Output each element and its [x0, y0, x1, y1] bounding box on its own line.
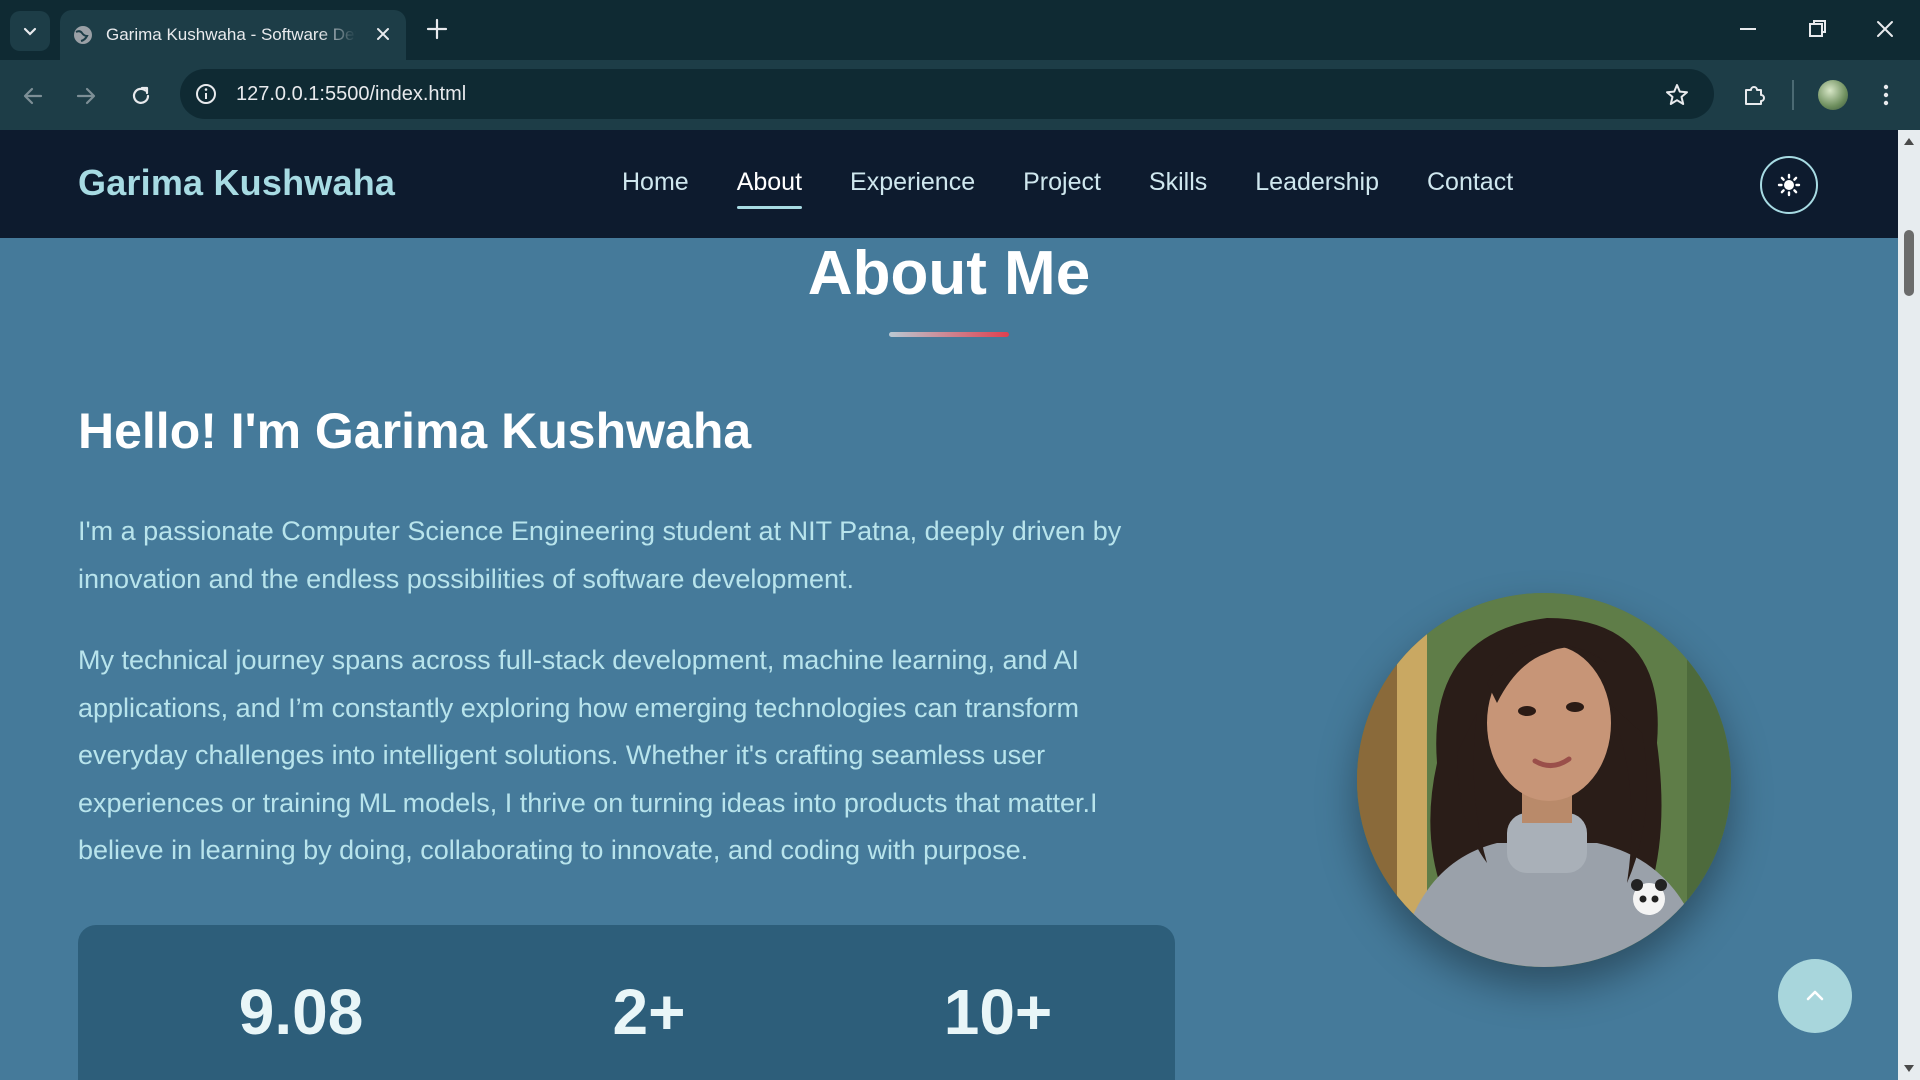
tab-search-icon[interactable]: [10, 11, 50, 51]
site-navbar: Garima Kushwaha Home About Experience Pr…: [0, 130, 1898, 238]
star-icon[interactable]: [1664, 82, 1690, 108]
page-scrollbar[interactable]: [1898, 130, 1920, 1080]
stat-projects: 10+: [943, 976, 1053, 1048]
about-paragraph-1: I'm a passionate Computer Science Engine…: [78, 516, 1122, 594]
tab-title: Garima Kushwaha - Software Developer: [106, 25, 356, 44]
stat-cgpa: 9.08: [238, 976, 364, 1048]
menu-icon[interactable]: [1876, 82, 1896, 108]
page-viewport: Garima Kushwaha Home About Experience Pr…: [0, 130, 1898, 1080]
close-icon[interactable]: [374, 25, 392, 43]
scrollbar-thumb[interactable]: [1904, 230, 1914, 296]
profile-photo: [1357, 593, 1731, 967]
extensions-icon[interactable]: [1741, 82, 1767, 108]
scroll-to-top-button[interactable]: [1778, 959, 1852, 1033]
profile-avatar[interactable]: [1818, 80, 1848, 110]
forward-icon[interactable]: [73, 83, 99, 109]
site-info-icon[interactable]: [194, 82, 218, 106]
scroll-down-arrow-icon[interactable]: [1903, 1064, 1915, 1074]
scroll-up-arrow-icon[interactable]: [1903, 136, 1915, 146]
minimize-icon[interactable]: [1737, 16, 1759, 42]
browser-toolbar: 127.0.0.1:5500/index.html: [0, 60, 1920, 130]
nav-skills[interactable]: Skills: [1149, 168, 1207, 205]
about-paragraph-2: My technical journey spans across full-s…: [78, 645, 1098, 865]
nav-experience[interactable]: Experience: [850, 168, 975, 205]
restore-icon[interactable]: [1806, 16, 1828, 42]
back-icon[interactable]: [20, 83, 46, 109]
window-close-icon[interactable]: [1874, 16, 1896, 42]
about-heading: Hello! I'm Garima Kushwaha: [78, 403, 752, 459]
title-underline: [889, 332, 1009, 337]
globe-icon: [74, 26, 92, 44]
stats-card: 9.08 2+ 10+: [78, 925, 1175, 1080]
chevron-up-icon: [1806, 990, 1824, 1001]
nav-home[interactable]: Home: [622, 168, 689, 205]
browser-tab[interactable]: Garima Kushwaha - Software Developer: [60, 10, 406, 60]
plus-icon[interactable]: [424, 16, 450, 42]
sun-icon: [1777, 173, 1801, 197]
stat-experience: 2+: [612, 976, 686, 1048]
toolbar-divider: [1792, 80, 1794, 110]
reload-icon[interactable]: [128, 83, 154, 109]
browser-tab-bar: Garima Kushwaha - Software Developer: [0, 0, 1920, 60]
address-bar[interactable]: 127.0.0.1:5500/index.html: [180, 69, 1714, 119]
nav-project[interactable]: Project: [1023, 168, 1101, 205]
nav-leadership[interactable]: Leadership: [1255, 168, 1379, 205]
nav-links: Home About Experience Project Skills Lea…: [622, 168, 1561, 209]
nav-contact[interactable]: Contact: [1427, 168, 1513, 205]
section-title: About Me: [807, 239, 1091, 308]
site-brand[interactable]: Garima Kushwaha: [78, 162, 395, 204]
url-text[interactable]: 127.0.0.1:5500/index.html: [236, 83, 466, 106]
theme-toggle-button[interactable]: [1760, 156, 1818, 214]
nav-about[interactable]: About: [736, 168, 803, 209]
